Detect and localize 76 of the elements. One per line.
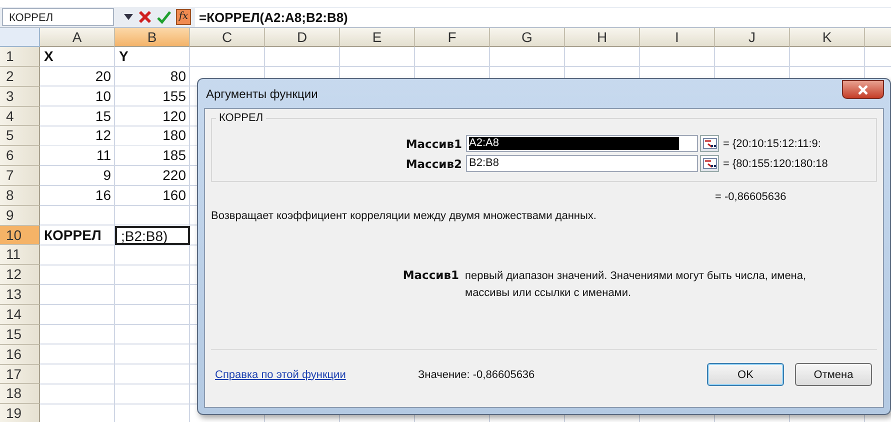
table-cell-text: 11	[95, 146, 112, 166]
row-header[interactable]: 13	[0, 285, 40, 305]
row-header[interactable]: 6	[0, 146, 40, 166]
caret-icon[interactable]	[124, 14, 133, 20]
close-icon	[858, 84, 868, 94]
row-header[interactable]: 19	[0, 404, 40, 422]
table-cell-text: 10	[94, 86, 112, 106]
enter-icon[interactable]	[157, 10, 171, 24]
table-cell-text: 12	[94, 126, 112, 146]
window-title: Аргументы функции	[205, 86, 318, 100]
column-header[interactable]: J	[715, 28, 790, 47]
argument-result: = {20:10:15:12:11:9:	[723, 138, 821, 150]
table-cell[interactable]: ;B2:B8)	[115, 226, 190, 246]
formula-field[interactable]: =КОРРЕЛ(A2:A8;B2:B8)	[195, 8, 891, 26]
table-cell-text: 180	[162, 126, 187, 146]
row-header[interactable]: 4	[0, 106, 40, 126]
input-field[interactable]: A2:A8	[466, 135, 698, 152]
table-cell-text: 220	[162, 166, 187, 186]
argument-label: Массив1	[402, 268, 460, 284]
row-header[interactable]: 8	[0, 186, 40, 206]
argument-label: Массив2	[404, 156, 463, 170]
argument-label: Массив1	[404, 136, 463, 150]
cancel-button[interactable]: Отмена	[795, 363, 872, 386]
column-header[interactable]: G	[490, 28, 565, 47]
table-cell-text: КОРРЕЛ	[43, 226, 102, 245]
column-header[interactable]: K	[790, 28, 865, 47]
column-header[interactable]: E	[340, 28, 415, 47]
row-header[interactable]: 17	[0, 364, 40, 384]
row-header[interactable]: 9	[0, 206, 40, 226]
result-text: = -0,86605636	[714, 191, 788, 203]
name-box[interactable]: КОРРЕЛ	[2, 8, 114, 26]
row-header[interactable]: 3	[0, 86, 40, 107]
argument-result: = {80:155:120:180:18	[723, 158, 828, 170]
row-header[interactable]: 14	[0, 304, 40, 325]
value-text: Значение: -0,86605636	[418, 368, 536, 380]
table-cell-text: 155	[162, 86, 187, 106]
table-cell-text: 15	[94, 106, 112, 126]
row-header[interactable]: 1	[0, 47, 40, 67]
close-button[interactable]	[842, 80, 884, 99]
row-header[interactable]: 10	[0, 226, 40, 246]
column-header[interactable]: B	[115, 28, 190, 47]
table-cell-text: 9	[102, 166, 112, 186]
row-header[interactable]: 15	[0, 324, 40, 345]
table-cell-text: 185	[162, 146, 187, 166]
table-cell-text: 16	[94, 186, 112, 205]
row-header[interactable]: 2	[0, 66, 40, 87]
argument-description: первый диапазон значений. Значениями могут быть числа, имена, массивы или ссылки с именами.	[465, 269, 808, 301]
insert-function-button[interactable]: fx	[176, 9, 191, 25]
collapse-icon	[702, 158, 716, 169]
collapse-button[interactable]	[700, 135, 719, 152]
column-header[interactable]: A	[40, 28, 115, 47]
column-header[interactable]: C	[190, 28, 265, 47]
column-header[interactable]: F	[415, 28, 490, 47]
table-cell-text: X	[43, 47, 54, 66]
table-cell-text: 80	[169, 66, 187, 86]
table-cell-text: 160	[162, 186, 187, 205]
row-header[interactable]: 11	[0, 245, 40, 266]
input-field[interactable]: B2:B8	[466, 155, 698, 172]
table-cell-text: Y	[118, 47, 130, 66]
collapse-button[interactable]	[700, 155, 719, 172]
collapse-icon	[702, 138, 716, 149]
function-description: Возвращает коэффициент корреляции между двумя множествами данных.	[211, 210, 598, 222]
row-header[interactable]: 18	[0, 384, 40, 404]
table-cell-text: 20	[94, 66, 112, 86]
row-header[interactable]: 12	[0, 265, 40, 286]
column-header[interactable]: I	[640, 28, 715, 47]
column-header[interactable]: H	[565, 28, 640, 47]
help-link[interactable]: Справка по этой функции	[211, 368, 418, 380]
cancel-icon[interactable]	[138, 10, 152, 24]
column-header[interactable]: D	[265, 28, 340, 47]
ok-button[interactable]: OK	[707, 363, 784, 386]
row-header[interactable]: 16	[0, 344, 40, 364]
row-header[interactable]: 7	[0, 166, 40, 186]
table-cell-text: 120	[162, 106, 187, 126]
group-label: КОРРЕЛ	[216, 112, 266, 124]
row-header[interactable]: 5	[0, 126, 40, 146]
